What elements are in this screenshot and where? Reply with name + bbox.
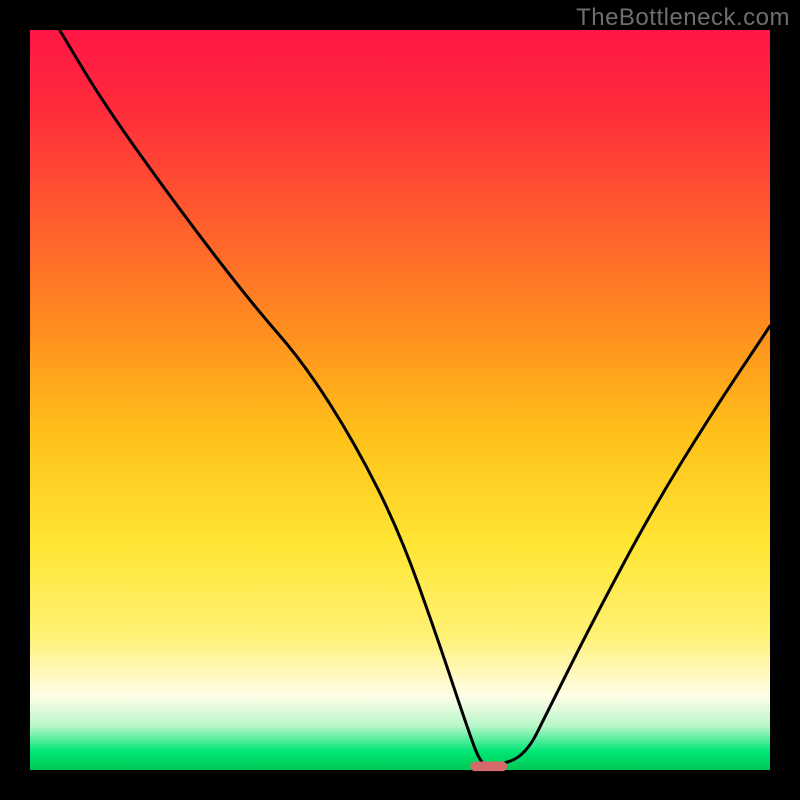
- chart-frame: TheBottleneck.com: [0, 0, 800, 800]
- watermark-text: TheBottleneck.com: [576, 4, 790, 32]
- gradient-background: [30, 30, 770, 770]
- bottleneck-chart: [0, 0, 800, 800]
- optimal-marker: [470, 761, 507, 771]
